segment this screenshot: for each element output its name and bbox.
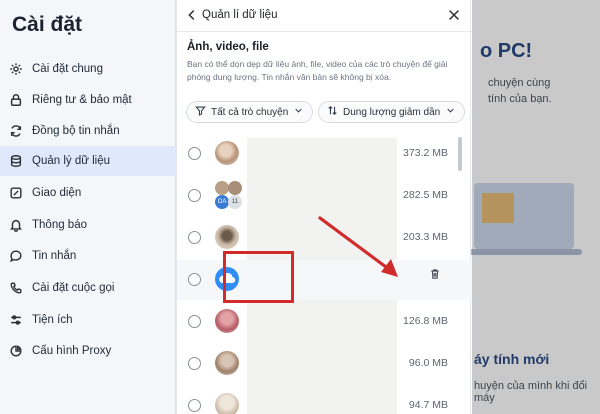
sidebar-item-label: Đồng bộ tin nhắn [32,125,120,137]
select-radio[interactable] [188,357,201,370]
storage-size: 282.5 MB [403,189,448,201]
select-radio[interactable] [188,315,201,328]
select-radio[interactable] [188,189,201,202]
sort-icon [327,105,338,119]
phone-icon [9,281,23,295]
chevron-down-icon [445,105,456,119]
sidebar-item-label: Riêng tư & bảo mật [32,94,132,106]
member-count-badge: 11 [228,195,242,209]
sidebar-item-label: Quản lý dữ liệu [32,155,111,167]
select-radio[interactable] [188,147,201,160]
section-title: Ảnh, video, file [187,41,269,53]
list-item[interactable]: 94.7 MB [177,386,472,414]
sidebar-item-label: Tin nhắn [32,250,77,262]
panel-title: Quản lí dữ liệu [202,9,278,21]
storage-size: 126.8 MB [403,315,448,327]
modal-overlay[interactable] [472,0,600,414]
list-item[interactable]: 373.2 MB [177,134,472,174]
list-item[interactable]: OA 11 282.5 MB [177,176,472,216]
avatar [215,225,239,249]
database-icon [9,154,23,168]
lock-icon [9,93,23,107]
select-radio[interactable] [188,273,201,286]
highlight-box [223,251,294,303]
sidebar-item-label: Cài đặt cuộc gọi [32,282,115,294]
storage-size: 94.7 MB [408,399,448,411]
sidebar-item-label: Tiện ích [32,314,73,326]
sidebar-item-data-management[interactable]: Quản lý dữ liệu [0,146,176,176]
gear-icon [9,62,23,76]
delete-button[interactable] [405,259,465,292]
sidebar-item-label: Cấu hình Proxy [32,345,112,357]
list-item[interactable]: 126.8 MB [177,302,472,342]
sidebar-item-label: Cài đặt chung [32,63,103,75]
proxy-icon [9,344,23,358]
chat-filter-dropdown[interactable]: Tất cả trò chuyện [186,101,314,123]
sidebar-item-privacy[interactable]: Riêng tư & bảo mật [0,85,176,115]
sync-icon [9,124,23,138]
list-item[interactable]: 96.0 MB [177,344,472,384]
storage-size: 203.3 MB [403,231,448,243]
sidebar-item-sync[interactable]: Đồng bộ tin nhắn [0,116,176,146]
close-icon[interactable] [447,8,462,23]
sidebar-item-general[interactable]: Cài đặt chung [0,54,176,84]
sliders-icon [9,313,23,327]
avatar [215,141,239,165]
sidebar-item-call-settings[interactable]: Cài đặt cuộc gọi [0,273,176,303]
select-radio[interactable] [188,231,201,244]
sidebar-item-proxy[interactable]: Cấu hình Proxy [0,336,176,366]
avatar [215,351,239,375]
palette-icon [9,186,23,200]
sidebar-item-utilities[interactable]: Tiện ích [0,305,176,335]
bell-icon [9,218,23,232]
sidebar-item-label: Giao diện [32,187,82,199]
group-avatar: OA 11 [215,181,243,209]
back-arrow-icon[interactable] [185,8,199,22]
storage-size: 373.2 MB [403,147,448,159]
sort-dropdown[interactable]: Dung lượng giảm dần [318,101,466,123]
sidebar-item-appearance[interactable]: Giao diện [0,178,176,208]
section-description: Bạn có thể dọn dẹp dữ liệu ảnh, file, vi… [187,59,448,82]
select-radio[interactable] [188,399,201,412]
storage-size: 96.0 MB [408,357,448,369]
sidebar-item-notifications[interactable]: Thông báo [0,210,176,240]
trash-icon [429,267,441,285]
list-item[interactable]: 203.3 MB [177,218,472,258]
chevron-down-icon [293,105,304,119]
panel-header: Quản lí dữ liệu [177,0,472,32]
sidebar-item-messages[interactable]: Tin nhắn [0,241,176,271]
data-management-panel: Quản lí dữ liệu Ảnh, video, file Bạn có … [176,0,472,414]
avatar [215,393,239,414]
settings-sidebar: Cài đặt Cài đặt chung Riêng tư & bảo mật… [0,0,176,414]
chat-bubble-icon [9,249,23,263]
filter-icon [195,105,206,119]
sidebar-item-label: Thông báo [32,219,87,231]
avatar [215,309,239,333]
sort-label: Dung lượng giảm dần [343,106,441,118]
settings-title: Cài đặt [12,13,83,36]
chat-filter-label: Tất cả trò chuyện [211,106,289,118]
